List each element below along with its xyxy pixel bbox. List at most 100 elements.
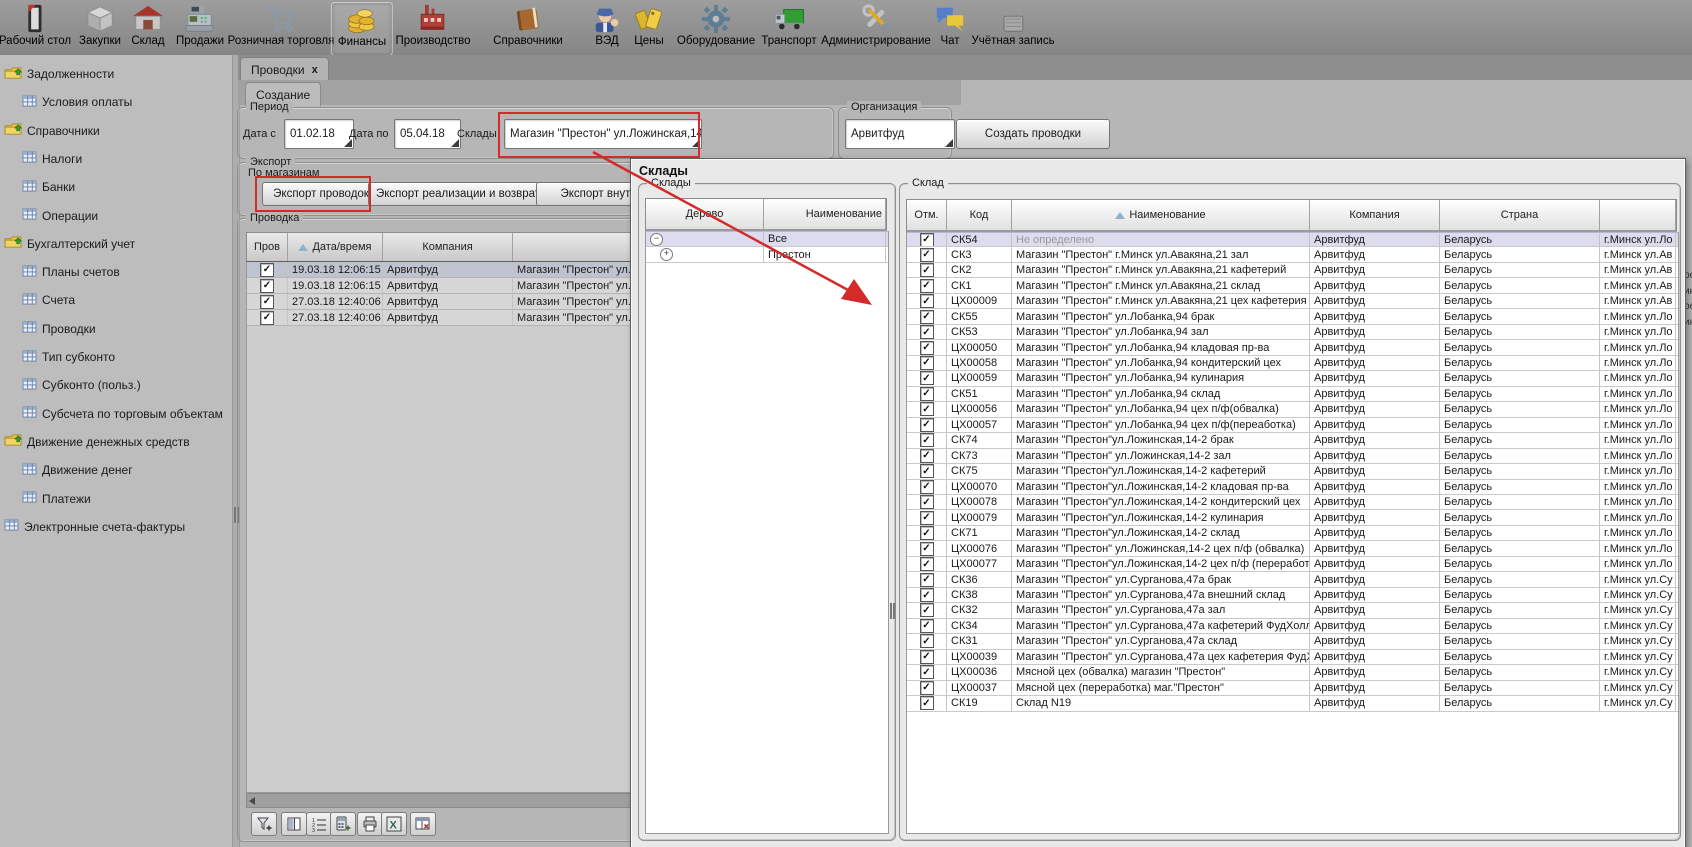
warehouse-row-28[interactable]: ЦХ00039Магазин "Престон" ул.Сурганова,47… bbox=[907, 650, 1678, 665]
checkbox[interactable] bbox=[920, 387, 934, 401]
organization-field[interactable]: Арвитфуд bbox=[845, 119, 955, 149]
sidebar-item-16[interactable]: Платежи bbox=[0, 488, 252, 510]
checkbox[interactable] bbox=[920, 665, 934, 679]
excel-export-icon[interactable]: X bbox=[381, 812, 407, 836]
checkbox[interactable] bbox=[920, 619, 934, 633]
warehouse-row-25[interactable]: СК32Магазин "Престон" ул.Сурганова,47а з… bbox=[907, 603, 1678, 618]
tab-close-icon[interactable]: x bbox=[312, 64, 318, 76]
filter-add-icon[interactable] bbox=[251, 812, 277, 836]
column-header-Отм.[interactable]: Отм. bbox=[907, 200, 947, 230]
export-button-2[interactable]: Экспорт реализации и возврат bbox=[368, 182, 548, 206]
toolbar-item-5[interactable]: Розничная торговля bbox=[222, 2, 341, 54]
sidebar-item-5[interactable]: Банки bbox=[0, 176, 252, 198]
warehouse-row-3[interactable]: СК2Магазин "Престон" г.Минск ул.Авакяна,… bbox=[907, 263, 1678, 278]
checkbox[interactable] bbox=[920, 263, 934, 277]
warehouse-row-10[interactable]: ЦХ00059Магазин "Престон" ул.Лобанка,94 к… bbox=[907, 371, 1678, 386]
tree-row-2[interactable]: +Престон bbox=[646, 247, 888, 263]
warehouse-row-31[interactable]: СК19Склад N19АрвитфудБеларусьг.Минск ул.… bbox=[907, 696, 1678, 711]
toolbar-item-8[interactable]: Справочники bbox=[487, 2, 569, 54]
warehouse-row-20[interactable]: СК71Магазин "Престон"ул.Ложинская,14-2 с… bbox=[907, 526, 1678, 541]
scroll-left-icon[interactable] bbox=[249, 797, 255, 805]
warehouse-row-24[interactable]: СК38Магазин "Престон" ул.Сурганова,47а в… bbox=[907, 588, 1678, 603]
checkbox[interactable] bbox=[920, 696, 934, 710]
columns-icon[interactable] bbox=[281, 812, 307, 836]
sidebar-item-14[interactable]: Движение денежных средств bbox=[0, 431, 234, 453]
checkbox[interactable] bbox=[920, 588, 934, 602]
warehouse-row-26[interactable]: СК34Магазин "Престон" ул.Сурганова,47а к… bbox=[907, 619, 1678, 634]
sidebar-item-9[interactable]: Счета bbox=[0, 289, 252, 311]
sidebar-item-3[interactable]: Справочники bbox=[0, 120, 234, 142]
window-close-icon[interactable] bbox=[410, 812, 436, 836]
tree-row-1[interactable]: −Все bbox=[646, 231, 888, 247]
warehouse-row-19[interactable]: ЦХ00079Магазин "Престон"ул.Ложинская,14-… bbox=[907, 510, 1678, 525]
warehouse-row-14[interactable]: СК74Магазин "Престон"ул.Ложинская,14-2 б… bbox=[907, 433, 1678, 448]
warehouse-row-6[interactable]: СК55Магазин "Престон" ул.Лобанка,94 брак… bbox=[907, 309, 1678, 324]
checkbox[interactable] bbox=[920, 402, 934, 416]
checkbox[interactable] bbox=[920, 310, 934, 324]
warehouse-row-4[interactable]: СК1Магазин "Престон" г.Минск ул.Авакяна,… bbox=[907, 278, 1678, 293]
column-header-Дата/время[interactable]: Дата/время bbox=[288, 233, 383, 261]
warehouse-row-8[interactable]: ЦХ00050Магазин "Престон" ул.Лобанка,94 к… bbox=[907, 340, 1678, 355]
toolbar-item-6[interactable]: Финансы bbox=[331, 2, 393, 56]
numbered-list-icon[interactable]: 123 bbox=[306, 812, 332, 836]
toolbar-item-10[interactable]: Цены bbox=[626, 2, 672, 54]
warehouse-row-1[interactable]: СК54Не определеноАрвитфудБеларусьг.Минск… bbox=[907, 232, 1678, 247]
toolbar-item-7[interactable]: Производство bbox=[390, 2, 477, 54]
export-button-1[interactable]: Экспорт проводок bbox=[262, 182, 380, 206]
warehouse-row-7[interactable]: СК53Магазин "Престон" ул.Лобанка,94 залА… bbox=[907, 325, 1678, 340]
checkbox[interactable] bbox=[920, 603, 934, 617]
checkbox[interactable] bbox=[920, 634, 934, 648]
checkbox[interactable] bbox=[920, 542, 934, 556]
warehouse-row-5[interactable]: ЦХ00009Магазин "Престон" г.Минск ул.Авак… bbox=[907, 294, 1678, 309]
checkbox[interactable] bbox=[260, 295, 274, 309]
column-header-Страна[interactable]: Страна bbox=[1440, 200, 1600, 230]
date-to-field[interactable]: 05.04.18 bbox=[394, 119, 461, 149]
checkbox[interactable] bbox=[920, 233, 934, 246]
warehouse-row-17[interactable]: ЦХ00070Магазин "Престон"ул.Ложинская,14-… bbox=[907, 480, 1678, 495]
warehouse-row-15[interactable]: СК73Магазин "Престон" ул.Ложинская,14-2 … bbox=[907, 449, 1678, 464]
sidebar-item-13[interactable]: Субсчета по торговым объектам bbox=[0, 403, 252, 425]
calculator-add-icon[interactable] bbox=[330, 812, 356, 836]
column-header-Пров[interactable]: Пров bbox=[247, 233, 288, 261]
checkbox[interactable] bbox=[920, 433, 934, 447]
toolbar-item-1[interactable]: Рабочий стол bbox=[0, 2, 77, 54]
checkbox[interactable] bbox=[260, 263, 274, 277]
warehouse-row-27[interactable]: СК31Магазин "Престон" ул.Сурганова,47а с… bbox=[907, 634, 1678, 649]
checkbox[interactable] bbox=[920, 341, 934, 355]
checkbox[interactable] bbox=[920, 248, 934, 262]
sidebar-item-7[interactable]: Бухгалтерский учет bbox=[0, 233, 234, 255]
checkbox[interactable] bbox=[920, 356, 934, 370]
sidebar-item-12[interactable]: Субконто (польз.) bbox=[0, 374, 252, 396]
checkbox[interactable] bbox=[920, 294, 934, 308]
collapse-icon[interactable]: − bbox=[650, 233, 663, 246]
sidebar-item-4[interactable]: Налоги bbox=[0, 148, 252, 170]
sidebar-item-17[interactable]: Электронные счета-фактуры bbox=[0, 516, 234, 538]
warehouse-row-22[interactable]: ЦХ00077Магазин "Престон"ул.Ложинская,14-… bbox=[907, 557, 1678, 572]
warehouse-row-11[interactable]: СК51Магазин "Престон" ул.Лобанка,94 скла… bbox=[907, 387, 1678, 402]
warehouse-row-13[interactable]: ЦХ00057Магазин "Престон" ул.Лобанка,94 ц… bbox=[907, 418, 1678, 433]
checkbox[interactable] bbox=[920, 557, 934, 571]
warehouse-row-29[interactable]: ЦХ00036Мясной цех (обвалка) магазин "Пре… bbox=[907, 665, 1678, 680]
toolbar-item-9[interactable]: ВЭД bbox=[584, 2, 630, 54]
warehouse-row-23[interactable]: СК36Магазин "Престон" ул.Сурганова,47а б… bbox=[907, 572, 1678, 587]
printer-icon[interactable] bbox=[357, 812, 383, 836]
toolbar-item-12[interactable]: Транспорт bbox=[755, 2, 822, 54]
sidebar-item-2[interactable]: Условия оплаты bbox=[0, 91, 252, 113]
column-header-Компания[interactable]: Компания bbox=[1310, 200, 1440, 230]
column-header-Наименование[interactable]: Наименование bbox=[1012, 200, 1310, 230]
column-header-Наименование[interactable]: Наименование bbox=[764, 199, 886, 229]
checkbox[interactable] bbox=[920, 449, 934, 463]
column-header-Код[interactable]: Код bbox=[947, 200, 1012, 230]
toolbar-item-11[interactable]: Оборудование bbox=[671, 2, 761, 54]
warehouse-row-2[interactable]: СК3Магазин "Престон" г.Минск ул.Авакяна,… bbox=[907, 247, 1678, 262]
checkbox[interactable] bbox=[920, 279, 934, 293]
column-header-Компания[interactable]: Компания bbox=[383, 233, 513, 261]
warehouse-row-18[interactable]: ЦХ00078Магазин "Престон"ул.Ложинская,14-… bbox=[907, 495, 1678, 510]
warehouse-row-30[interactable]: ЦХ00037Мясной цех (переработка) маг."Пре… bbox=[907, 681, 1678, 696]
warehouses-field[interactable]: Магазин "Престон" ул.Ложинская,14-2 bbox=[504, 119, 702, 149]
sidebar-item-10[interactable]: Проводки bbox=[0, 318, 252, 340]
checkbox[interactable] bbox=[920, 480, 934, 494]
expand-icon[interactable]: + bbox=[660, 248, 673, 261]
sidebar-item-8[interactable]: Планы счетов bbox=[0, 261, 252, 283]
create-provodki-button[interactable]: Создать проводки bbox=[956, 119, 1110, 149]
